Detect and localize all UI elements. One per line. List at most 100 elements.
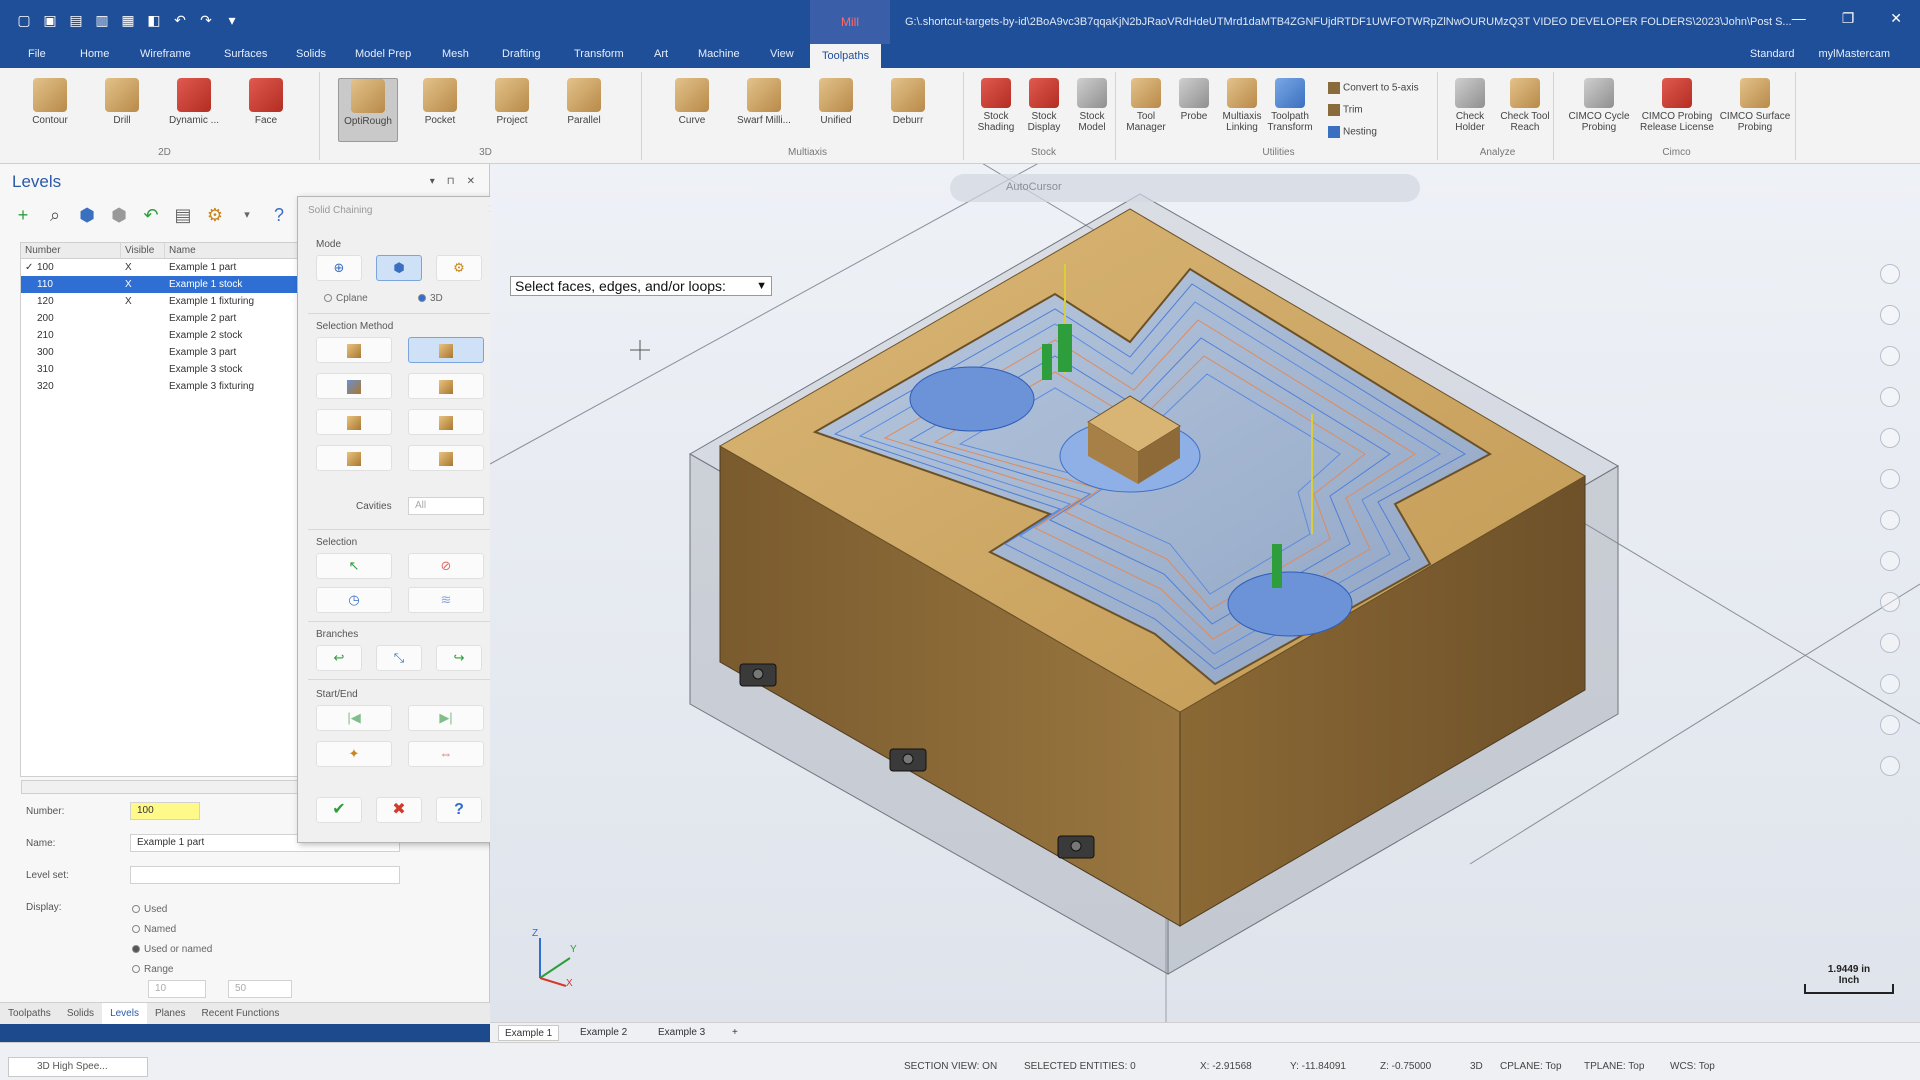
table-row[interactable]: 300 Example 3 part	[21, 344, 301, 361]
nesting-button[interactable]: Nesting	[1328, 126, 1377, 138]
level-visible-cell[interactable]: X	[121, 276, 165, 293]
display-named-radio[interactable]: Named	[132, 924, 176, 935]
unified-button[interactable]: Unified	[806, 78, 866, 142]
select-edge-button[interactable]	[316, 337, 392, 363]
tplane-status[interactable]: TPLANE: Top	[1584, 1061, 1644, 1072]
tab-file[interactable]: File	[28, 48, 46, 60]
tab-view[interactable]: View	[770, 48, 794, 60]
table-row[interactable]: 210 Example 2 stock	[21, 327, 301, 344]
zoom-window-icon[interactable]	[1880, 305, 1900, 325]
face-button[interactable]: Face	[236, 78, 296, 142]
range-from-field[interactable]: 10	[148, 980, 206, 998]
level-visible-cell[interactable]	[121, 327, 165, 344]
add-level-icon[interactable]: +	[12, 204, 34, 226]
isometric-icon[interactable]	[1880, 469, 1900, 489]
undo-icon[interactable]: ↶	[172, 12, 188, 28]
tab-drafting[interactable]: Drafting	[502, 48, 541, 60]
cavities-select[interactable]: All	[408, 497, 484, 515]
ok-button[interactable]: ✔	[316, 797, 362, 823]
reverse-button[interactable]: ⇔	[408, 741, 484, 767]
branch-next-button[interactable]: ↪	[436, 645, 482, 671]
search-icon[interactable]: ⌕	[44, 204, 66, 226]
workspace-selector[interactable]: Standard	[1750, 48, 1795, 60]
check-holder-button[interactable]: Check Holder	[1444, 78, 1496, 142]
stock-shading-button[interactable]: Stock Shading	[972, 78, 1020, 142]
panel-dropdown-button[interactable]: ▾	[430, 176, 435, 187]
tab-wireframe[interactable]: Wireframe	[140, 48, 191, 60]
contour-button[interactable]: Contour	[20, 78, 80, 142]
select-loop-button[interactable]	[316, 373, 392, 399]
viewsheet-tab-1[interactable]: Example 1	[498, 1025, 560, 1041]
cplane-radio[interactable]: Cplane	[324, 293, 368, 304]
show-all-icon[interactable]: ⬢	[76, 204, 98, 226]
tab-planes-manager[interactable]: Planes	[147, 1003, 194, 1024]
display-used-radio[interactable]: Used	[132, 904, 167, 915]
settings-dropdown-icon[interactable]: ▾	[236, 204, 258, 226]
project-button[interactable]: Project	[482, 78, 542, 142]
mode-solid-button[interactable]: ⬢	[376, 255, 422, 281]
fit-icon[interactable]	[1880, 428, 1900, 448]
select-hole-button[interactable]	[408, 409, 484, 435]
toolpath-transform-button[interactable]: Toolpath Transform	[1266, 78, 1314, 142]
pocket-button[interactable]: Pocket	[410, 78, 470, 142]
hide-all-icon[interactable]: ⬢	[108, 204, 130, 226]
optirough-button[interactable]: OptiRough	[338, 78, 398, 142]
probe-button[interactable]: Probe	[1170, 78, 1218, 142]
redo-icon[interactable]: ↷	[198, 12, 214, 28]
translucency-icon[interactable]	[1880, 592, 1900, 612]
table-row[interactable]: 110 X Example 1 stock	[21, 276, 301, 293]
task-item[interactable]: 3D High Spee...	[8, 1057, 148, 1077]
dynamic-start-button[interactable]: ✦	[316, 741, 392, 767]
rotate-icon[interactable]	[1880, 346, 1900, 366]
settings-gear-icon[interactable]: ⚙	[204, 204, 226, 226]
save-icon[interactable]: ▣	[42, 12, 58, 28]
tab-recent-functions[interactable]: Recent Functions	[194, 1003, 288, 1024]
mode-wire-button[interactable]: ⊕	[316, 255, 362, 281]
convert-5axis-button[interactable]: Convert to 5-axis	[1328, 82, 1419, 94]
stock-model-button[interactable]: Stock Model	[1068, 78, 1116, 142]
level-set-icon[interactable]: ▤	[172, 204, 194, 226]
tab-home[interactable]: Home	[80, 48, 109, 60]
column-number[interactable]: Number	[21, 243, 121, 258]
table-row[interactable]: 120 X Example 1 fixturing	[21, 293, 301, 310]
range-to-field[interactable]: 50	[228, 980, 292, 998]
add-viewsheet-button[interactable]: +	[726, 1025, 744, 1041]
save-as-icon[interactable]: ▦	[120, 12, 136, 28]
help-button[interactable]: ?	[436, 797, 482, 823]
maximize-button[interactable]: ❐	[1842, 10, 1855, 27]
panel-pin-button[interactable]: ⊓	[447, 176, 455, 187]
threed-radio[interactable]: 3D	[418, 293, 443, 304]
autocursor-toolbar[interactable]: AutoCursor	[950, 174, 1420, 202]
clear-colors-icon[interactable]	[1880, 633, 1900, 653]
move-start-button[interactable]: |◀	[316, 705, 392, 731]
level-visible-cell[interactable]: X	[121, 293, 165, 310]
select-pick-button[interactable]: ↖	[316, 553, 392, 579]
section-view-icon[interactable]	[1880, 674, 1900, 694]
account-link[interactable]: mylMastercam	[1818, 48, 1890, 60]
shaded-icon[interactable]	[1880, 551, 1900, 571]
zoom-in-icon[interactable]	[1880, 264, 1900, 284]
swarf-milling-button[interactable]: Swarf Milli...	[734, 78, 794, 142]
wcs-status[interactable]: WCS: Top	[1670, 1061, 1715, 1072]
branch-previous-button[interactable]: ↩	[316, 645, 362, 671]
cimco-cycle-probing-button[interactable]: CIMCO Cycle Probing	[1560, 78, 1638, 142]
viewsheet-tab-3[interactable]: Example 3	[652, 1025, 711, 1041]
table-row[interactable]: 320 Example 3 fixturing	[21, 378, 301, 395]
tab-machine[interactable]: Machine	[698, 48, 740, 60]
select-body-button[interactable]	[408, 373, 484, 399]
select-all-button[interactable]: ≋	[408, 587, 484, 613]
bookmark-icon[interactable]: ◧	[146, 12, 162, 28]
display-range-radio[interactable]: Range	[132, 964, 173, 975]
selection-prompt[interactable]: Select faces, edges, and/or loops: ▼	[510, 276, 772, 296]
multiaxis-linking-button[interactable]: Multiaxis Linking	[1218, 78, 1266, 142]
cplane-status[interactable]: CPLANE: Top	[1500, 1061, 1562, 1072]
customize-qat-icon[interactable]: ▾	[224, 12, 240, 28]
help-icon[interactable]: ?	[268, 204, 290, 226]
drill-button[interactable]: Drill	[92, 78, 152, 142]
stock-display-button[interactable]: Stock Display	[1020, 78, 1068, 142]
branch-toggle-button[interactable]: ⤡	[376, 645, 422, 671]
graphics-viewport[interactable]: Select faces, edges, and/or loops: ▼ Auto…	[490, 164, 1920, 1024]
pan-icon[interactable]	[1880, 387, 1900, 407]
analyze-icon[interactable]	[1880, 715, 1900, 735]
check-tool-reach-button[interactable]: Check Tool Reach	[1498, 78, 1552, 142]
